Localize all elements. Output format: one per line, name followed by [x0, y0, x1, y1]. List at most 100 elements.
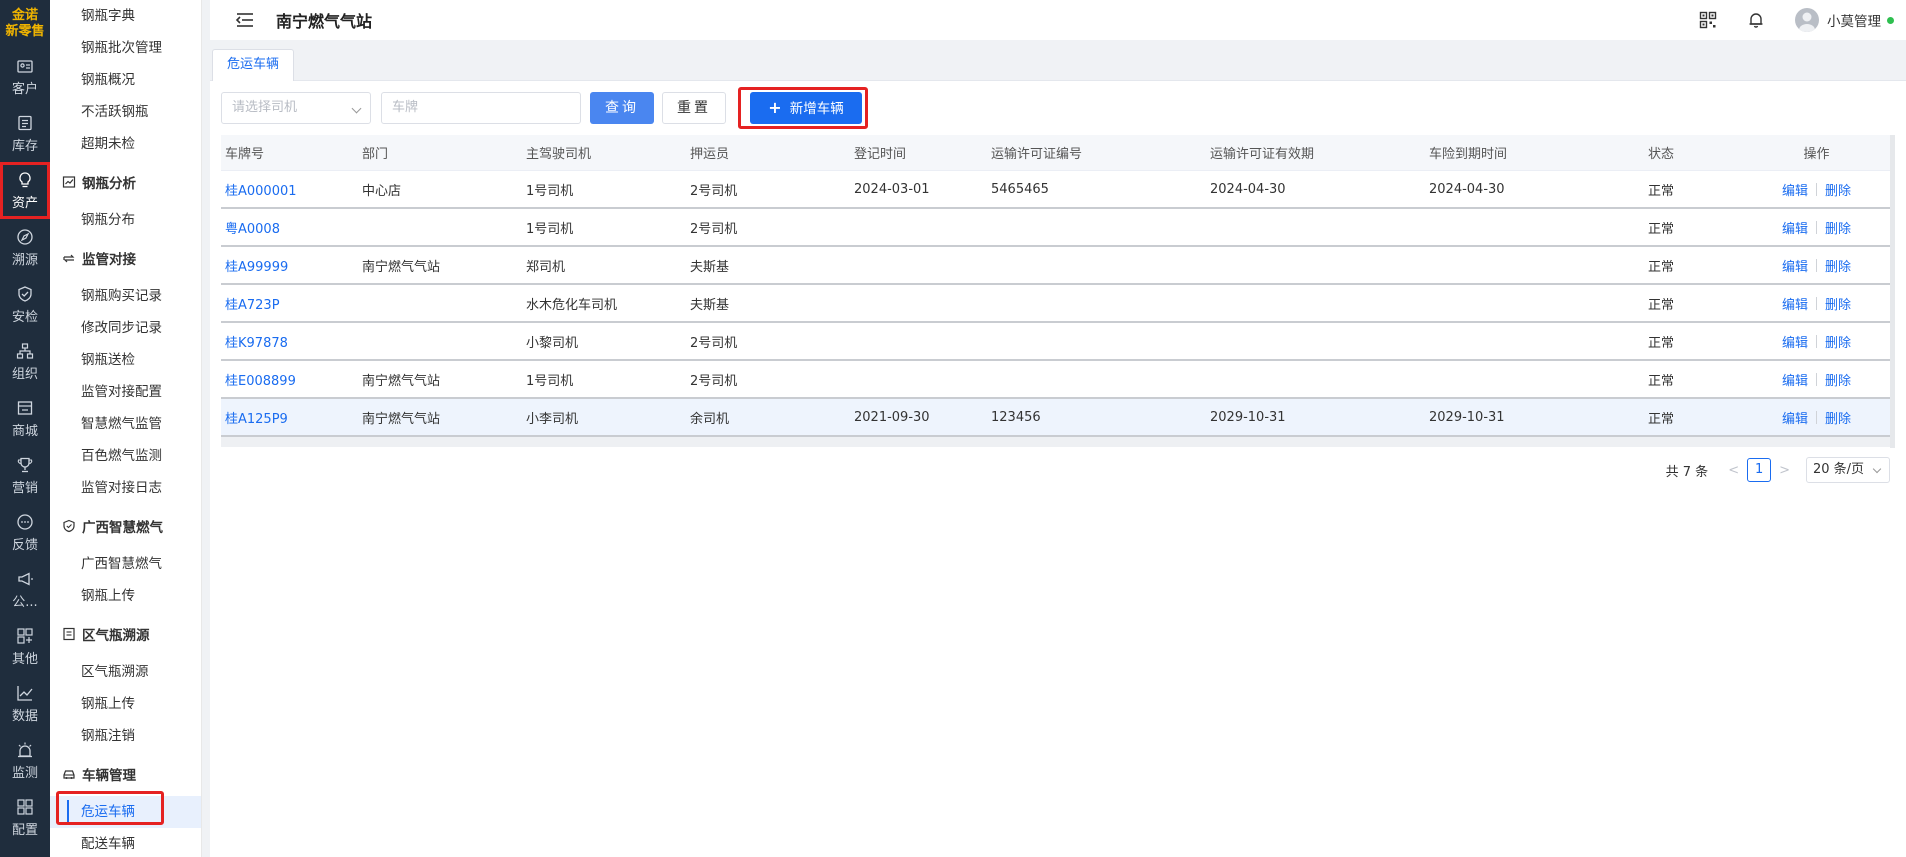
- plate-link[interactable]: 桂A000001: [221, 180, 358, 199]
- submenu-item[interactable]: 钢瓶注销: [50, 720, 201, 752]
- avatar[interactable]: [1795, 8, 1819, 32]
- rail-item-label: 其他: [11, 651, 38, 667]
- plate-link[interactable]: 桂E008899: [221, 370, 358, 389]
- submenu-group-title[interactable]: 监管对接: [50, 236, 201, 280]
- plate-link[interactable]: 桂A125P9: [221, 408, 358, 427]
- delete-link[interactable]: 删除: [1825, 294, 1851, 313]
- driver-select[interactable]: 请选择司机: [221, 92, 371, 124]
- submenu-item[interactable]: 配送车辆: [50, 828, 201, 857]
- page-size-select[interactable]: 20 条/页: [1806, 457, 1890, 483]
- delete-link[interactable]: 删除: [1825, 218, 1851, 237]
- table-row[interactable]: 粤A0008 1号司机 2号司机 正常 编辑 删除: [221, 209, 1890, 247]
- submenu-item[interactable]: 钢瓶批次管理: [50, 32, 201, 64]
- vertical-scrollbar[interactable]: [1890, 135, 1895, 448]
- edit-link[interactable]: 编辑: [1782, 218, 1808, 237]
- submenu-item-active[interactable]: 危运车辆: [50, 796, 201, 828]
- rail-item-list-doc[interactable]: 库存: [0, 105, 50, 162]
- user-name[interactable]: 小莫管理: [1827, 10, 1881, 30]
- submenu-item[interactable]: 智慧燃气监管: [50, 408, 201, 440]
- submenu-item[interactable]: 修改同步记录: [50, 312, 201, 344]
- submenu-item[interactable]: 广西智慧燃气: [50, 548, 201, 580]
- reset-button[interactable]: 重置: [662, 92, 726, 124]
- delete-link[interactable]: 删除: [1825, 370, 1851, 389]
- menu-toggle-icon[interactable]: [234, 9, 256, 31]
- submenu-divider: [202, 0, 210, 857]
- plate-link[interactable]: 桂K97878: [221, 332, 358, 351]
- delete-link[interactable]: 删除: [1825, 408, 1851, 427]
- table-row[interactable]: 桂A125P9 南宁燃气气站 小李司机 余司机 2021-09-30 123456 2029…: [221, 399, 1890, 437]
- plate-link[interactable]: 桂A723P: [221, 294, 358, 313]
- chevron-down-icon: [1872, 464, 1882, 474]
- lightbulb-icon: [19, 171, 31, 187]
- rail-item-lightbulb[interactable]: 资产: [0, 162, 50, 219]
- table-cell: 1号司机: [526, 373, 574, 389]
- submenu-group-title[interactable]: 车辆管理: [50, 752, 201, 796]
- table-row[interactable]: 桂A99999 南宁燃气气站 郑司机 夫斯基 正常 编辑 删除: [221, 247, 1890, 285]
- rail-item-compass[interactable]: 溯源: [0, 219, 50, 276]
- rail-item-alarm[interactable]: 监测: [0, 732, 50, 789]
- add-vehicle-button[interactable]: + 新增车辆: [750, 92, 862, 124]
- row-actions: 编辑 删除: [1739, 256, 1890, 275]
- submenu-item[interactable]: 钢瓶上传: [50, 688, 201, 720]
- submenu-item[interactable]: 钢瓶送检: [50, 344, 201, 376]
- submenu-item[interactable]: 钢瓶概况: [50, 64, 201, 96]
- submenu-group-title[interactable]: 钢瓶分析: [50, 160, 201, 204]
- line-chart-icon: [17, 685, 33, 701]
- plate-link[interactable]: 粤A0008: [221, 218, 358, 237]
- submenu-item[interactable]: 监管对接日志: [50, 472, 201, 504]
- rail-item-grid-plus[interactable]: 其他: [0, 618, 50, 675]
- query-button[interactable]: 查询: [590, 92, 654, 124]
- edit-link[interactable]: 编辑: [1782, 332, 1808, 351]
- delete-link[interactable]: 删除: [1825, 180, 1851, 199]
- table-cell: 小李司机: [526, 411, 579, 427]
- table-cell: 夫斯基: [690, 259, 730, 275]
- submenu-item[interactable]: 百色燃气监测: [50, 440, 201, 472]
- prev-page-icon[interactable]: <: [1728, 463, 1739, 478]
- qrcode-icon[interactable]: [1699, 11, 1717, 29]
- plate-input[interactable]: 车牌: [381, 92, 581, 124]
- action-divider: [1816, 372, 1817, 386]
- submenu-item[interactable]: 钢瓶字典: [50, 0, 201, 32]
- delete-link[interactable]: 删除: [1825, 332, 1851, 351]
- submenu-item[interactable]: 钢瓶购买记录: [50, 280, 201, 312]
- table-cell: 1号司机: [526, 221, 574, 237]
- table-row[interactable]: 桂A723P 水木危化车司机 夫斯基 正常 编辑 删除: [221, 285, 1890, 323]
- rail-item-id-card[interactable]: 客户: [0, 48, 50, 105]
- table-row[interactable]: 桂K97878 小黎司机 2号司机 正常 编辑 删除: [221, 323, 1890, 361]
- rail-item-line-chart[interactable]: 数据: [0, 675, 50, 732]
- edit-link[interactable]: 编辑: [1782, 370, 1808, 389]
- plate-link[interactable]: 桂A99999: [221, 256, 358, 275]
- submenu-item[interactable]: 钢瓶分布: [50, 204, 201, 236]
- page-number[interactable]: 1: [1747, 458, 1772, 482]
- rail-item-trophy[interactable]: 营销: [0, 447, 50, 504]
- submenu-item[interactable]: 监管对接配置: [50, 376, 201, 408]
- edit-link[interactable]: 编辑: [1782, 408, 1808, 427]
- edit-link[interactable]: 编辑: [1782, 256, 1808, 275]
- rail-item-apps[interactable]: 配置: [0, 789, 50, 846]
- submenu-item[interactable]: 钢瓶上传: [50, 580, 201, 612]
- rail-item-shield-check[interactable]: 安检: [0, 276, 50, 333]
- rail-item-chat-bubble[interactable]: 反馈: [0, 504, 50, 561]
- user-icon: [1799, 12, 1815, 32]
- bell-icon[interactable]: [1747, 11, 1765, 29]
- table-row[interactable]: 桂E008899 南宁燃气气站 1号司机 2号司机 正常 编辑 删除: [221, 361, 1890, 399]
- add-vehicle-label: 新增车辆: [789, 101, 844, 117]
- column-header: 押运员: [690, 147, 730, 162]
- submenu-item[interactable]: 超期未检: [50, 128, 201, 160]
- table-cell: 2021-09-30: [854, 409, 930, 425]
- rail-item-store[interactable]: 商城: [0, 390, 50, 447]
- rail-item-megaphone[interactable]: 公...: [0, 561, 50, 618]
- delete-link[interactable]: 删除: [1825, 256, 1851, 275]
- submenu-group-title[interactable]: 广西智慧燃气: [50, 504, 201, 548]
- submenu-item[interactable]: 区气瓶溯源: [50, 656, 201, 688]
- rail-item-org-chart[interactable]: 组织: [0, 333, 50, 390]
- table-scrollbar-track[interactable]: [221, 437, 1890, 447]
- next-page-icon[interactable]: >: [1779, 463, 1790, 478]
- submenu-group-title[interactable]: 区气瓶溯源: [50, 612, 201, 656]
- submenu-item[interactable]: 不活跃钢瓶: [50, 96, 201, 128]
- table-row[interactable]: 桂A000001 中心店 1号司机 2号司机 2024-03-01 5465465 2024…: [221, 171, 1890, 209]
- tab-hazardous-vehicles[interactable]: 危运车辆: [212, 49, 295, 81]
- table-cell: 2029-10-31: [1429, 409, 1505, 425]
- edit-link[interactable]: 编辑: [1782, 180, 1808, 199]
- edit-link[interactable]: 编辑: [1782, 294, 1808, 313]
